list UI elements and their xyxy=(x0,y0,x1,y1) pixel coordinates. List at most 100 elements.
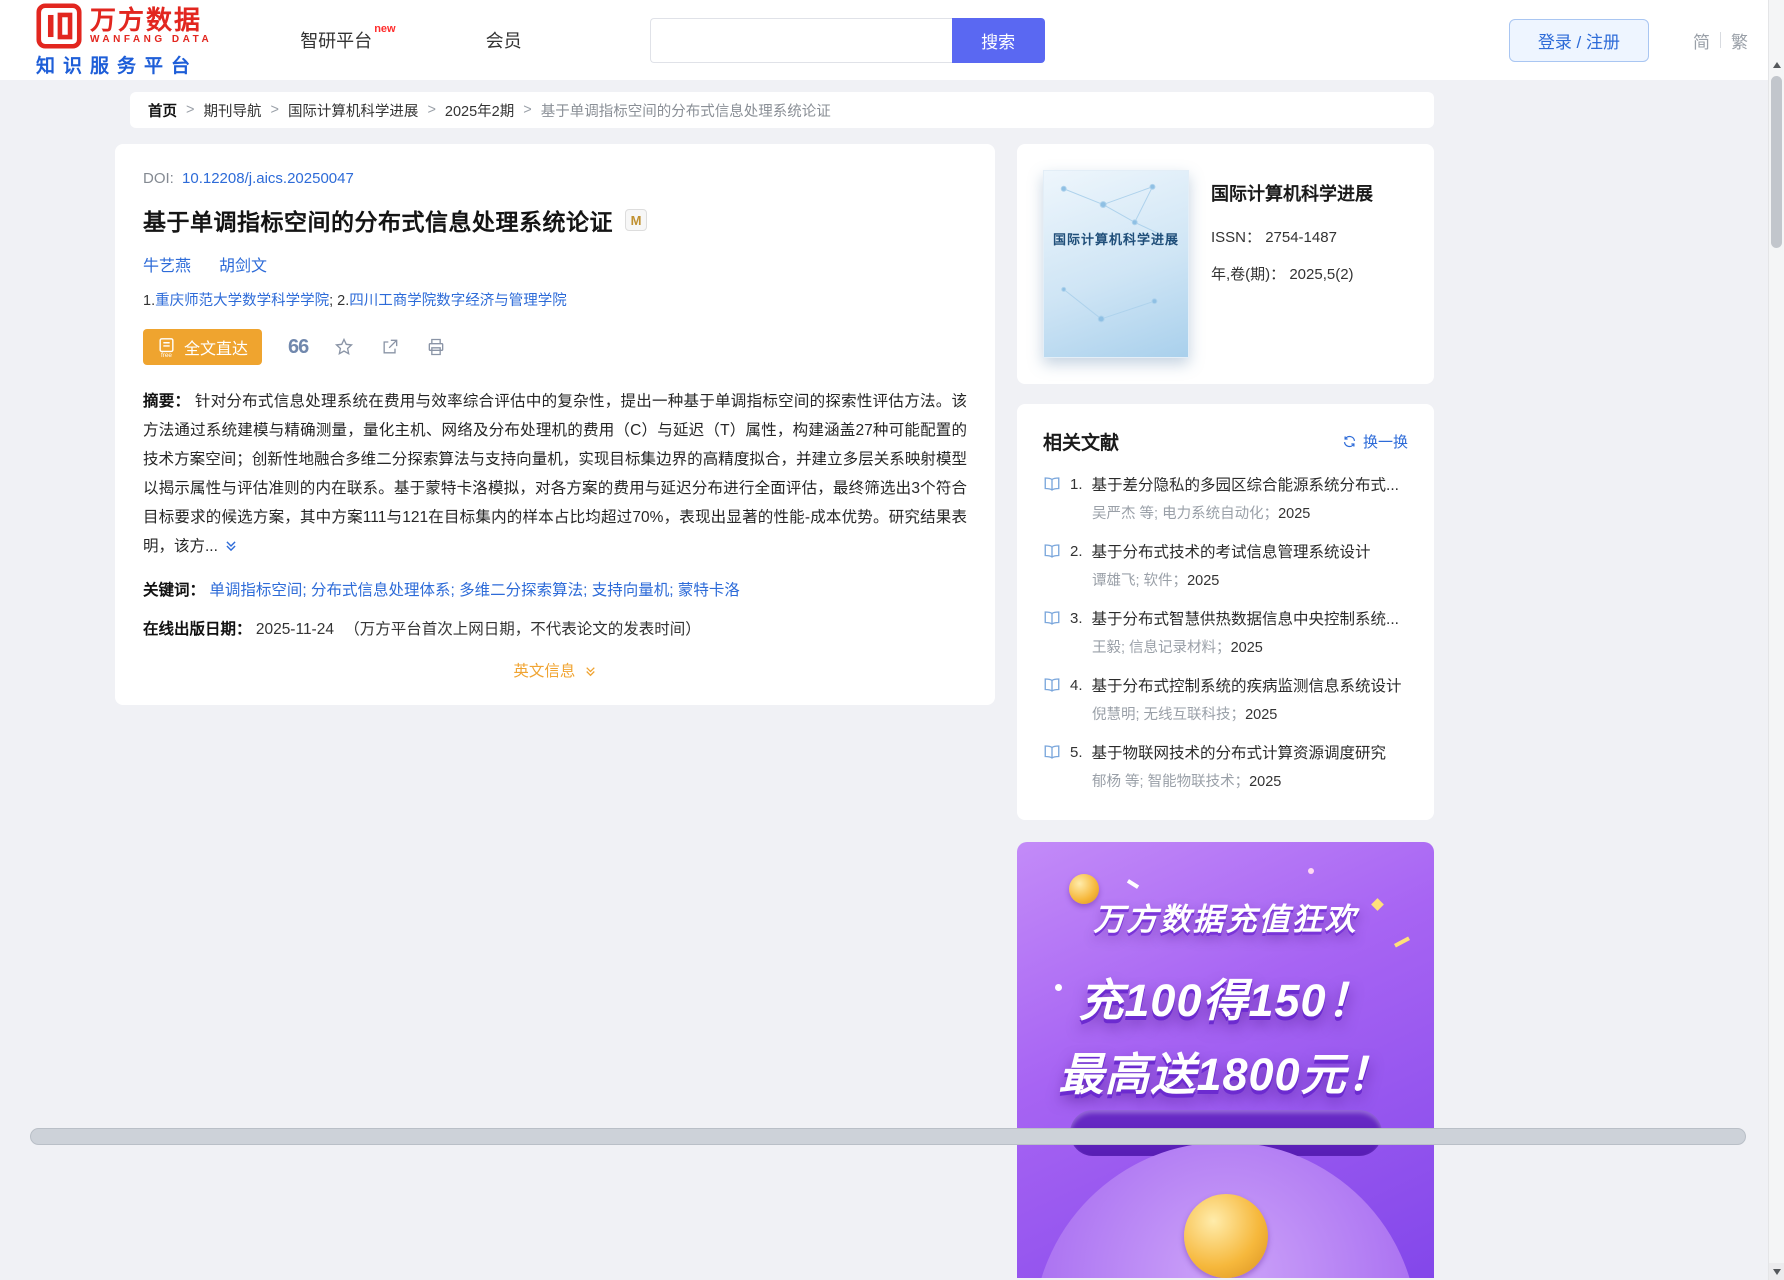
breadcrumb-current: 基于单调指标空间的分布式信息处理系统论证 xyxy=(540,103,831,120)
nav-label: 会员 xyxy=(485,31,522,51)
affiliation-link[interactable]: 重庆师范大学数学科学学院 xyxy=(155,293,329,309)
recharge-promo-banner[interactable]: 万方数据充值狂欢 充100得150！ 最高送1800元！ xyxy=(1017,842,1434,1278)
related-literature-card: 相关文献 换一换 1. 基于差分隐私的多园区综合能源系统分布式... 吴严杰 等… xyxy=(1017,404,1434,820)
related-item-title[interactable]: 基于分布式控制系统的疾病监测信息系统设计 xyxy=(1092,674,1402,696)
quote-icon: 66 xyxy=(288,335,309,358)
related-item-meta: 吴严杰 等; 电力系统自动化；2025 xyxy=(1092,506,1311,522)
related-item-year: 2025 xyxy=(1187,573,1220,589)
nav-membership[interactable]: 会员 xyxy=(486,27,522,53)
affiliation-link[interactable]: 四川工商学院数字经济与管理学院 xyxy=(349,293,567,309)
related-item-meta: 谭雄飞; 软件；2025 xyxy=(1092,573,1220,589)
vertical-scrollbar-thumb[interactable] xyxy=(1771,76,1782,248)
share-icon xyxy=(383,339,398,354)
related-item-year: 2025 xyxy=(1230,640,1263,656)
site-header: 万方数据 WANFANG DATA 知识服务平台 智研平台new 会员 搜索 登… xyxy=(0,0,1784,80)
related-item-title[interactable]: 基于物联网技术的分布式计算资源调度研究 xyxy=(1092,741,1387,763)
vertical-scrollbar[interactable] xyxy=(1768,0,1784,1280)
search-box: 搜索 xyxy=(649,17,1045,63)
fulltext-doc-icon: free xyxy=(159,337,174,358)
share-button[interactable] xyxy=(380,337,400,357)
breadcrumb: 首页 期刊导航 国际计算机科学进展 2025年2期 基于单调指标空间的分布式信息… xyxy=(130,92,1434,128)
related-item-title[interactable]: 基于分布式智慧供热数据信息中央控制系统... xyxy=(1092,607,1399,629)
breadcrumb-separator xyxy=(523,102,531,118)
breadcrumb-separator xyxy=(186,102,194,118)
abstract-label: 摘要： xyxy=(143,393,191,410)
related-item-year: 2025 xyxy=(1245,707,1278,723)
favorite-button[interactable] xyxy=(334,337,354,357)
affiliation-number: 1. xyxy=(143,293,156,309)
keyword-link[interactable]: 蒙特卡洛 xyxy=(678,582,740,599)
related-item-number: 2. xyxy=(1070,542,1083,560)
svg-text:free: free xyxy=(161,352,172,358)
keyword-link[interactable]: 分布式信息处理体系 xyxy=(311,582,459,599)
author-link[interactable]: 胡剑文 xyxy=(219,252,267,276)
keyword-link[interactable]: 多维二分探索算法 xyxy=(459,582,592,599)
related-item: 4. 基于分布式控制系统的疾病监测信息系统设计 倪慧明; 无线互联科技；2025 xyxy=(1043,674,1408,724)
print-button[interactable] xyxy=(426,337,446,357)
refresh-related-button[interactable]: 换一换 xyxy=(1342,431,1408,452)
main-nav: 智研平台new 会员 xyxy=(300,23,522,53)
publish-date-note: （万方平台首次上网日期，不代表论文的发表时间） xyxy=(344,621,701,638)
article-card: DOI: 10.12208/j.aics.20250047 基于单调指标空间的分… xyxy=(115,144,995,705)
related-item-title[interactable]: 基于分布式技术的考试信息管理系统设计 xyxy=(1092,540,1371,562)
related-item-meta: 郁杨 等; 智能物联技术；2025 xyxy=(1092,774,1282,790)
related-item-meta: 倪慧明; 无线互联科技；2025 xyxy=(1092,707,1278,723)
brand-name-en: WANFANG DATA xyxy=(90,34,213,45)
new-badge: new xyxy=(374,23,396,35)
journal-name-link[interactable]: 国际计算机科学进展 xyxy=(1211,180,1373,206)
breadcrumb-journal-nav[interactable]: 期刊导航 xyxy=(203,100,261,121)
related-item-number: 3. xyxy=(1070,609,1083,627)
volume-label: 年,卷(期)： xyxy=(1211,266,1286,283)
publish-date: 2025-11-24 xyxy=(255,621,334,638)
brand-subtitle: 知识服务平台 xyxy=(36,55,199,77)
keyword-link[interactable]: 单调指标空间 xyxy=(209,582,311,599)
refresh-icon xyxy=(1343,435,1356,448)
keyword-link[interactable]: 支持向量机 xyxy=(592,582,678,599)
breadcrumb-journal[interactable]: 国际计算机科学进展 xyxy=(288,100,419,121)
breadcrumb-home[interactable]: 首页 xyxy=(148,100,177,121)
abstract-text: 针对分布式信息处理系统在费用与效率综合评估中的复杂性，提出一种基于单调指标空间的… xyxy=(143,393,967,555)
action-toolbar: free 全文直达 66 xyxy=(143,329,967,365)
volume-value: 2025,5(2) xyxy=(1289,266,1354,283)
breadcrumb-separator xyxy=(427,102,435,118)
book-icon xyxy=(1044,611,1060,625)
lang-traditional[interactable]: 繁 xyxy=(1721,28,1758,53)
sparkle-decoration xyxy=(1126,879,1140,889)
related-item-year: 2025 xyxy=(1278,506,1311,522)
related-item-title[interactable]: 基于差分隐私的多园区综合能源系统分布式... xyxy=(1092,473,1399,495)
horizontal-scrollbar-thumb[interactable] xyxy=(30,1128,1746,1145)
related-item: 1. 基于差分隐私的多园区综合能源系统分布式... 吴严杰 等; 电力系统自动化… xyxy=(1043,473,1408,523)
english-info-toggle[interactable]: 英文信息 xyxy=(143,659,967,681)
scroll-down-arrow[interactable] xyxy=(1769,1263,1784,1280)
search-input[interactable] xyxy=(649,17,952,63)
site-logo[interactable]: 万方数据 WANFANG DATA 知识服务平台 xyxy=(36,2,213,78)
metrics-badge-icon[interactable]: M xyxy=(625,209,647,231)
journal-volume-row: 年,卷(期)： 2025,5(2) xyxy=(1211,263,1373,284)
scroll-up-arrow[interactable] xyxy=(1769,56,1784,73)
related-item: 5. 基于物联网技术的分布式计算资源调度研究 郁杨 等; 智能物联技术；2025 xyxy=(1043,741,1408,791)
article-title: 基于单调指标空间的分布式信息处理系统论证 xyxy=(143,209,613,235)
breadcrumb-separator xyxy=(270,102,278,118)
book-icon xyxy=(1044,477,1060,491)
nav-zhiyan-platform[interactable]: 智研平台new xyxy=(300,23,395,53)
login-register-button[interactable]: 登录 / 注册 xyxy=(1508,18,1649,62)
lang-simplified[interactable]: 简 xyxy=(1683,28,1720,53)
cite-button[interactable]: 66 xyxy=(288,335,309,359)
search-button[interactable]: 搜索 xyxy=(951,17,1045,63)
ad-offer-line: 充100得150！ xyxy=(1078,975,1373,1026)
doi-link[interactable]: 10.12208/j.aics.20250047 xyxy=(182,170,354,187)
fulltext-button[interactable]: free 全文直达 xyxy=(143,329,263,365)
keywords-label: 关键词： xyxy=(143,582,206,599)
affiliation-number: 2. xyxy=(337,293,350,309)
doi-label: DOI: xyxy=(143,170,174,187)
author-link[interactable]: 牛艺燕 xyxy=(143,252,191,276)
journal-cover-image[interactable]: 国际计算机科学进展 xyxy=(1043,170,1189,358)
english-info-label: 英文信息 xyxy=(513,663,576,680)
sparkle-decoration xyxy=(1308,868,1314,874)
publish-date-row: 在线出版日期： 2025-11-24 （万方平台首次上网日期，不代表论文的发表时… xyxy=(143,617,967,639)
breadcrumb-issue[interactable]: 2025年2期 xyxy=(445,100,514,121)
chevron-double-down-icon[interactable] xyxy=(224,539,238,553)
wanfang-logo-icon xyxy=(36,2,82,49)
book-icon xyxy=(1044,745,1060,759)
keywords-row: 关键词： 单调指标空间 分布式信息处理体系 多维二分探索算法 支持向量机 蒙特卡… xyxy=(143,578,967,600)
